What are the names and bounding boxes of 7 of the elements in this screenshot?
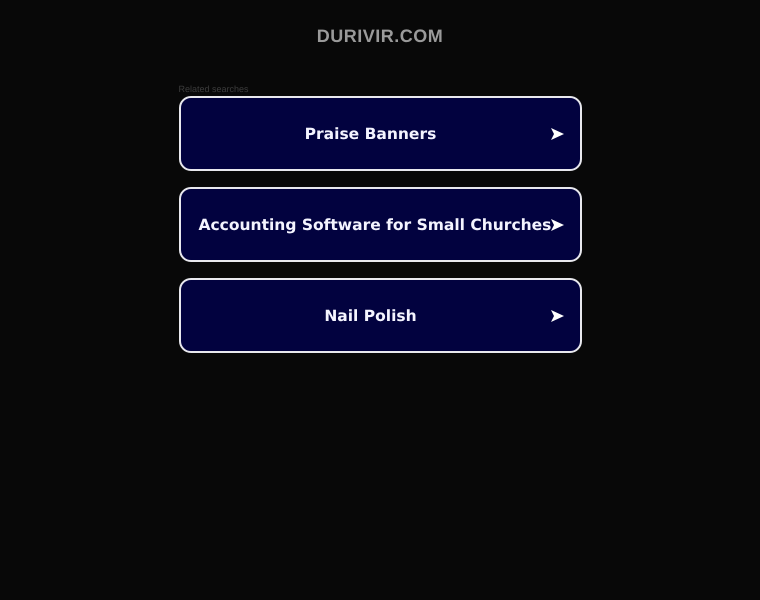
arrow-icon [550,310,564,322]
related-search-link[interactable]: Praise Banners [178,96,582,171]
site-title: DURIVIR.COM [316,25,444,46]
arrow-icon [550,128,564,140]
related-search-link[interactable]: Nail Polish [178,278,582,353]
related-search-link[interactable]: Accounting Software for Small Churches [178,187,582,262]
arrow-icon [550,218,564,230]
